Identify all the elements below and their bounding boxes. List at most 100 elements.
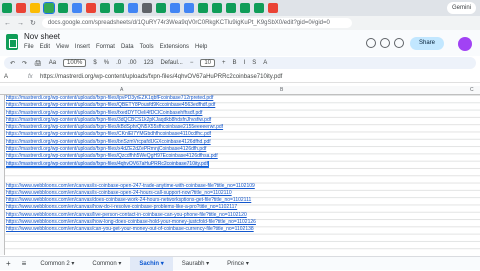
cell-link[interactable]: https://www.webbloons.com/en/canvas/is-c… [6,190,232,196]
share-button[interactable]: Share [410,37,444,50]
toolbar-item[interactable]: − [190,60,194,66]
browser-tab[interactable] [156,3,166,13]
toolbar-item[interactable]: B [233,60,237,66]
browser-tab[interactable] [58,3,68,13]
cell-link[interactable]: https://mastrerdi.org/wp-content/uploads… [6,146,206,152]
browser-tab[interactable] [170,3,180,13]
table-row[interactable]: https://mastrerdi.org/wp-content/uploads… [6,146,480,153]
menu-item-format[interactable]: Format [96,44,115,50]
cell-link[interactable]: https://mastrerdi.org/wp-content/uploads… [6,160,209,168]
table-row[interactable] [6,168,480,175]
address-input[interactable]: docs.google.com/spreadsheets/d/1QuRY74r3… [41,18,352,28]
table-row[interactable]: https://mastrerdi.org/wp-content/uploads… [6,117,480,124]
column-header-b[interactable]: B [280,87,283,93]
browser-tab[interactable] [2,3,12,13]
table-row[interactable]: https://mastrerdi.org/wp-content/uploads… [6,153,480,160]
add-sheet-icon[interactable]: + [6,259,11,268]
cell-link[interactable]: https://www.webbloons.com/en/canvas/how-… [6,204,237,210]
sheet-tab-saurabh[interactable]: Saurabh ▾ [173,257,218,271]
browser-tab[interactable] [212,3,222,13]
cell-link[interactable]: https://www.webbloons.com/en/canvas/how-… [6,219,256,225]
menu-item-insert[interactable]: Insert [75,44,90,50]
browser-tab[interactable] [30,3,40,13]
table-row[interactable] [6,175,480,182]
cell-link[interactable]: https://mastrerdi.org/wp-content/uploads… [6,95,213,101]
forward-icon[interactable]: → [17,20,24,27]
toolbar-item[interactable]: .00 [128,60,136,66]
cell-link[interactable]: https://mastrerdi.org/wp-content/uploads… [6,153,218,159]
table-row[interactable]: https://www.webbloons.com/en/canvas/is-c… [6,183,480,190]
gemini-button[interactable]: Gemini [446,2,476,14]
toolbar-item[interactable]: 10 [200,59,216,67]
menu-item-edit[interactable]: Edit [40,44,50,50]
sheet-tab-sachin[interactable]: Sachin ▾ [130,256,173,271]
browser-tab[interactable] [86,3,96,13]
browser-tab[interactable] [198,3,208,13]
back-icon[interactable]: ← [4,20,11,27]
reload-icon[interactable]: ↻ [30,19,36,27]
menu-item-help[interactable]: Help [195,44,207,50]
browser-tab[interactable] [240,3,250,13]
toolbar-item[interactable]: % [104,60,109,66]
toolbar-item[interactable]: Defaul... [160,60,182,66]
table-row[interactable]: https://mastrerdi.org/wp-content/uploads… [6,95,480,102]
table-row[interactable]: https://www.webbloons.com/en/canvas/is-c… [6,190,480,197]
all-sheets-icon[interactable]: ≡ [22,259,27,268]
browser-tab[interactable] [128,3,138,13]
meet-icon[interactable] [394,38,404,48]
cell-link[interactable]: https://www.webbloons.com/en/canvas/is-c… [6,183,255,189]
cell-link[interactable]: https://www.webbloons.com/en/canvas/does… [6,197,251,203]
toolbar-item[interactable]: ↶ [10,60,15,67]
browser-tab[interactable] [184,3,194,13]
table-row[interactable]: https://mastrerdi.org/wp-content/uploads… [6,131,480,138]
sheet-tab-common-2[interactable]: Common 2 ▾ [31,257,83,271]
table-row[interactable]: https://www.webbloons.com/en/canvas/live… [6,212,480,219]
toolbar-item[interactable]: I [244,60,246,66]
comment-icon[interactable] [380,38,390,48]
menu-item-extensions[interactable]: Extensions [160,44,189,50]
table-row[interactable]: https://www.webbloons.com/en/canvas/how-… [6,219,480,226]
cell-link[interactable]: https://mastrerdi.org/wp-content/uploads… [6,124,223,130]
browser-tab[interactable] [268,3,278,13]
browser-tab[interactable] [142,3,152,13]
browser-tab[interactable] [43,2,55,14]
toolbar-item[interactable]: 123 [143,60,153,66]
sheets-logo-icon[interactable] [6,34,18,50]
column-header-a[interactable]: A [120,87,123,93]
table-row[interactable]: https://mastrerdi.org/wp-content/uploads… [6,110,480,117]
toolbar-item[interactable]: .0 [116,60,121,66]
browser-tab[interactable] [100,3,110,13]
toolbar-item[interactable]: 🖨 [34,60,42,67]
toolbar-item[interactable]: A [263,60,267,66]
table-row[interactable]: https://mastrerdi.org/wp-content/uploads… [6,124,480,131]
column-header-c[interactable]: C [470,87,474,93]
toolbar-item[interactable]: + [222,60,226,66]
cell-link[interactable]: https://www.webbloons.com/en/canvas/can-… [6,226,254,232]
cell-link[interactable]: https://mastrerdi.org/wp-content/uploads… [6,117,211,123]
cell-link[interactable]: https://mastrerdi.org/wp-content/uploads… [6,139,211,145]
history-icon[interactable] [366,38,376,48]
table-row[interactable]: https://www.webbloons.com/en/canvas/how-… [6,204,480,211]
browser-tab[interactable] [72,3,82,13]
toolbar-item[interactable]: $ [93,60,96,66]
name-box[interactable]: A [0,74,28,80]
cell-link[interactable]: https://www.webbloons.com/en/canvas/live… [6,212,247,218]
toolbar-item[interactable]: ↷ [22,60,27,67]
menu-item-tools[interactable]: Tools [140,44,154,50]
table-row[interactable]: https://www.webbloons.com/en/canvas/does… [6,197,480,204]
browser-tab[interactable] [226,3,236,13]
browser-tab[interactable] [254,3,264,13]
toolbar-item[interactable]: Aa [49,60,56,66]
avatar[interactable] [458,37,472,51]
table-row[interactable]: https://mastrerdi.org/wp-content/uploads… [6,102,480,109]
table-row[interactable]: https://www.webbloons.com/en/canvas/can-… [6,226,480,233]
sheet-tab-common[interactable]: Common ▾ [83,257,130,271]
formula-input[interactable]: https://mastrerdi.org/wp-content/uploads… [40,74,282,80]
document-title[interactable]: Nov sheet [24,32,60,41]
cell-link[interactable]: https://mastrerdi.org/wp-content/uploads… [6,131,211,137]
toolbar-item[interactable]: S [252,60,256,66]
table-row[interactable]: https://mastrerdi.org/wp-content/uploads… [6,160,480,168]
sheet-tab-prince[interactable]: Prince ▾ [218,257,258,271]
browser-tab[interactable] [16,3,26,13]
menu-item-file[interactable]: File [24,44,34,50]
